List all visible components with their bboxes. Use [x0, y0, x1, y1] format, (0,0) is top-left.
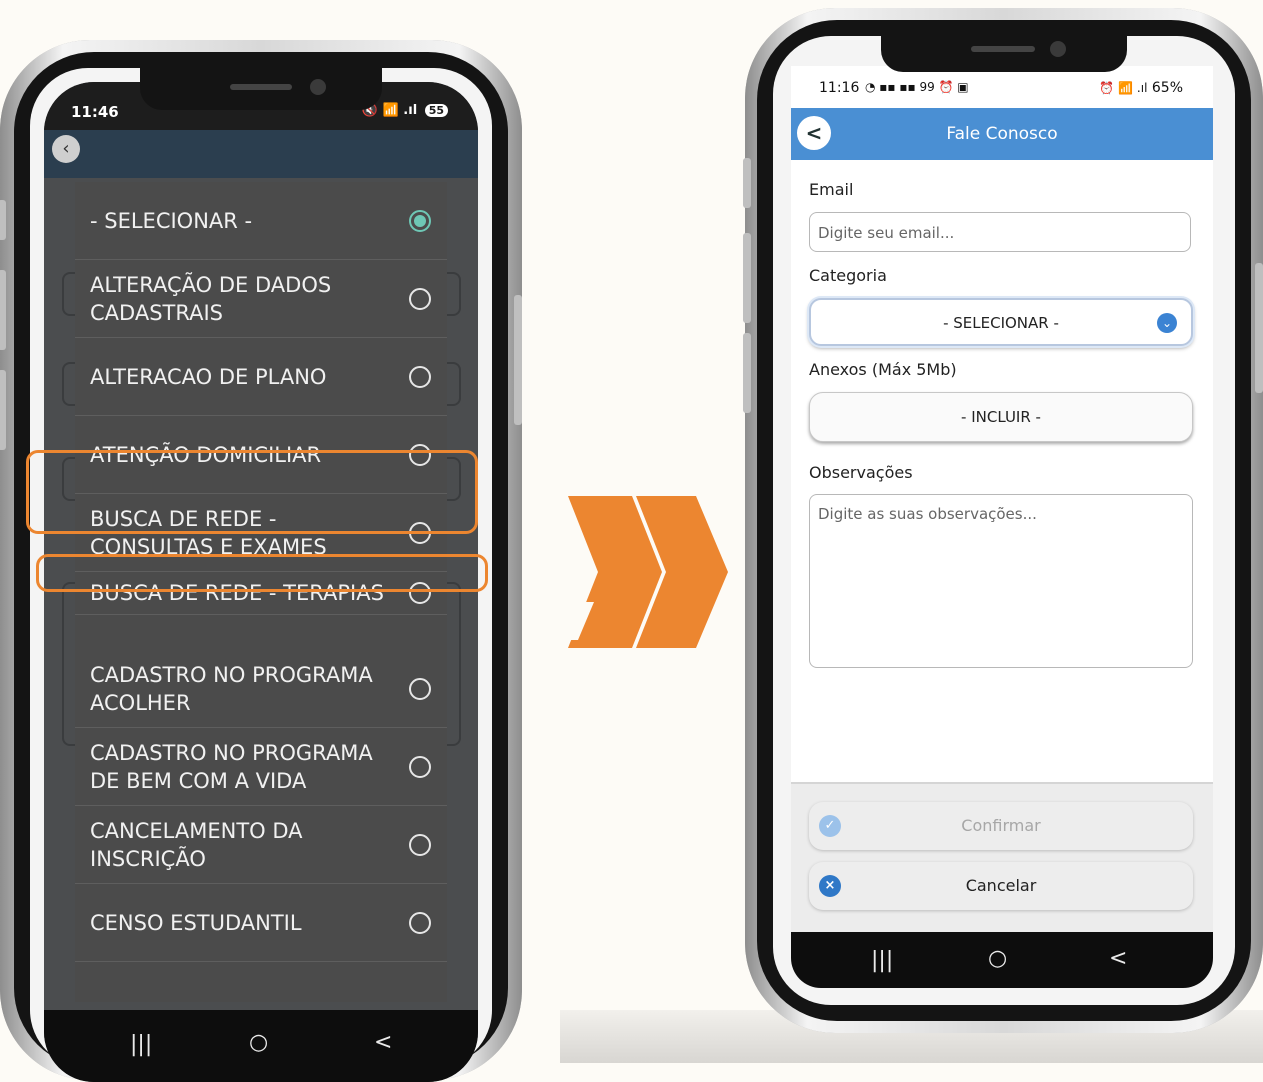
page-title: Fale Conosco — [946, 124, 1058, 144]
highlight-terapias — [36, 554, 488, 592]
check-circle-icon: ✓ — [819, 815, 841, 837]
dropdown-option[interactable]: CADASTRO NO PROGRAMA ACOLHER — [75, 650, 447, 728]
option-label: CANCELAMENTO DA INSCRIÇÃO — [90, 818, 303, 871]
dropdown-option[interactable]: ALTERACAO DE PLANO — [75, 338, 447, 416]
battery-icon: 55 — [424, 104, 448, 117]
phone-side-button — [743, 158, 751, 208]
recents-icon[interactable]: ||| — [130, 1032, 152, 1057]
home-icon[interactable]: ○ — [249, 1030, 268, 1055]
cancel-label: Cancelar — [965, 876, 1037, 895]
phone-side-button — [0, 270, 6, 350]
radio-icon[interactable] — [409, 755, 431, 778]
phone-side-button — [0, 370, 6, 450]
confirm-label: Confirmar — [961, 816, 1041, 835]
notes-label: Observações — [809, 463, 913, 482]
status-bar: 11:16 ◔ ▪▪ ▪▪ 99 ⏰ ▣ ⏰ 📶 .ıl 65% — [791, 66, 1213, 108]
status-icons: 🔇 📶 .ıl 55 — [362, 103, 448, 118]
radio-icon[interactable] — [409, 365, 431, 388]
back-icon[interactable]: < — [374, 1030, 392, 1055]
app-header — [44, 130, 478, 178]
notes-textarea[interactable]: Digite as suas observações... — [809, 494, 1193, 668]
chevron-down-icon: ⌄ — [1157, 313, 1177, 333]
category-dropdown-list: - SELECIONAR - ALTERAÇÃO DE DADOS CADAST… — [75, 182, 447, 1002]
radio-icon[interactable] — [409, 911, 431, 934]
back-icon[interactable]: < — [1109, 946, 1127, 971]
category-select[interactable]: - SELECIONAR - ⌄ — [809, 298, 1193, 346]
double-chevron-arrow-icon — [560, 496, 728, 648]
front-camera — [310, 79, 326, 95]
email-field[interactable]: Digite seu email... — [809, 212, 1191, 252]
phone-side-button — [1255, 263, 1263, 393]
phone-side-button — [514, 295, 522, 425]
phone-side-button — [743, 333, 751, 413]
option-label: CADASTRO NO PROGRAMA ACOLHER — [90, 662, 373, 715]
radio-icon[interactable] — [409, 677, 431, 700]
android-nav-bar: ||| ○ < — [791, 932, 1213, 988]
phone-side-button — [743, 233, 751, 323]
dropdown-option[interactable]: - SELECIONAR - — [75, 182, 447, 260]
attachments-label: Anexos (Máx 5Mb) — [809, 360, 957, 379]
back-button[interactable]: < — [797, 116, 831, 150]
radio-selected-icon[interactable] — [409, 209, 431, 232]
dropdown-option[interactable]: CADASTRO NO PROGRAMA DE BEM COM A VIDA — [75, 728, 447, 806]
dropdown-option[interactable]: ALTERAÇÃO DE DADOS CADASTRAIS — [75, 260, 447, 338]
battery-icon: 65% — [1151, 80, 1183, 96]
confirm-button[interactable]: ✓ Confirmar — [809, 802, 1193, 850]
status-time: 11:46 — [71, 103, 119, 121]
right-screen: 11:16 ◔ ▪▪ ▪▪ 99 ⏰ ▣ ⏰ 📶 .ıl 65% Fale Co… — [791, 66, 1213, 988]
email-label: Email — [809, 180, 854, 199]
dropdown-option[interactable]: CENSO ESTUDANTIL — [75, 884, 447, 962]
right-phone: 11:16 ◔ ▪▪ ▪▪ 99 ⏰ ▣ ⏰ 📶 .ıl 65% Fale Co… — [743, 8, 1263, 1033]
option-label: ALTERACAO DE PLANO — [90, 364, 327, 389]
dropdown-option[interactable]: CANCELAMENTO DA INSCRIÇÃO — [75, 806, 447, 884]
category-select-value: - SELECIONAR - — [943, 314, 1059, 332]
phone-side-button — [0, 200, 6, 240]
include-attachment-button[interactable]: - INCLUIR - — [809, 392, 1193, 442]
signal-icon: ⏰ 📶 .ıl — [1099, 81, 1148, 95]
phone-speaker — [230, 84, 292, 90]
option-label: CADASTRO NO PROGRAMA DE BEM COM A VIDA — [90, 740, 373, 793]
notification-icons: ◔ ▪▪ ▪▪ 99 ⏰ ▣ — [865, 80, 969, 94]
front-camera — [1050, 41, 1066, 57]
app-header: Fale Conosco — [791, 108, 1213, 160]
category-label: Categoria — [809, 266, 887, 285]
option-label: - SELECIONAR - — [90, 208, 253, 233]
cancel-button[interactable]: × Cancelar — [809, 862, 1193, 910]
android-nav-bar: ||| ○ < — [44, 1010, 478, 1082]
highlight-consultas-exames — [26, 450, 478, 534]
recents-icon[interactable]: ||| — [871, 948, 893, 973]
status-icons: ⏰ 📶 .ıl 65% — [1099, 80, 1183, 96]
radio-icon[interactable] — [409, 287, 431, 310]
status-time: 11:16 — [819, 80, 860, 96]
radio-icon[interactable] — [409, 833, 431, 856]
option-label: ALTERAÇÃO DE DADOS CADASTRAIS — [90, 272, 332, 325]
footer-actions: ✓ Confirmar × Cancelar — [791, 782, 1213, 934]
back-button[interactable]: ‹ — [52, 135, 80, 163]
option-label: CENSO ESTUDANTIL — [90, 910, 302, 935]
phone-notch — [881, 36, 1127, 72]
home-icon[interactable]: ○ — [988, 946, 1007, 971]
close-circle-icon: × — [819, 875, 841, 897]
phone-speaker — [971, 46, 1035, 52]
